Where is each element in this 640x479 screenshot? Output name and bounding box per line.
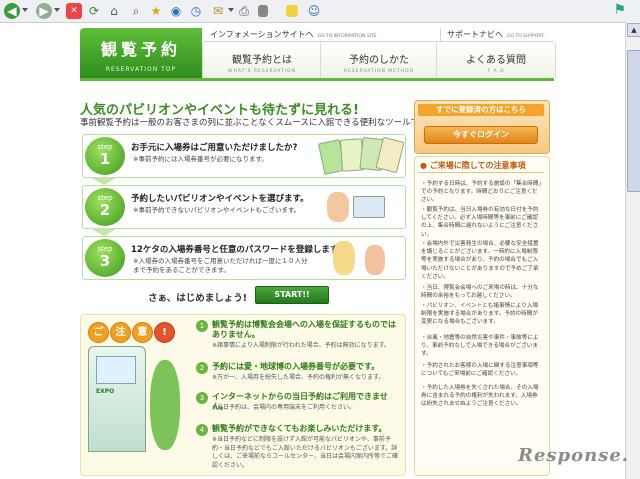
- step-3-note: ※入場券の入場券番号をご用意いただければ一度に１０人分まで予約をあることができま…: [133, 257, 308, 274]
- forward-icon[interactable]: ▶: [36, 3, 52, 19]
- attention-char: !: [154, 322, 175, 343]
- stop-icon[interactable]: ✕: [66, 3, 82, 19]
- visit-notes-divider: [418, 172, 544, 173]
- forward-dropdown-icon[interactable]: [54, 8, 60, 12]
- page-subheading: 事前観覧予約は一般のお客さまの列に並ぶことなくスムースに入館できる便利なツールで…: [80, 118, 436, 128]
- step-2-note: ※事前予約できないパビリオンやイベントもございます。: [133, 206, 301, 214]
- step-number: 3: [99, 252, 111, 270]
- information-site-en: GO TO INFORMATION SITE: [317, 34, 377, 39]
- item-note: ※諸事情により入場制限が行われた場合、予約は無効になります。: [212, 342, 391, 349]
- item-note: ※当日予約などに制限を設けず入館が可能なパビリオンや、事前予約・当日予約などでも…: [212, 436, 398, 469]
- visit-note: 台風・地震等の自然災害や事件・事故等により、事前予約なしで入場できる場合がござい…: [421, 334, 543, 359]
- support-navi-label: サポートナビへ: [447, 30, 503, 39]
- item-title: 観覧予約は博覧会会場への入場を保証するものではありません。: [212, 320, 396, 339]
- search-icon[interactable]: ⌕: [128, 3, 144, 19]
- step-3-badge: step 3: [85, 239, 125, 277]
- tab-label: よくある質問: [466, 55, 526, 66]
- browser-toolbar: ◀ ▶ ✕ ⟳ ⌂ ⌕ ★ ◉ ◷ ✉ ⎙ ☺ ⚑: [0, 0, 640, 23]
- mail-icon[interactable]: ✉: [210, 3, 226, 19]
- tab-label: 予約のしかた: [349, 55, 409, 66]
- tab-en: RESERVATION METHOD: [343, 69, 415, 74]
- item-number: 3: [196, 392, 208, 404]
- login-button[interactable]: 今すぐログイン: [424, 126, 538, 144]
- person-illustration: [327, 192, 349, 222]
- step-arrow-icon: [90, 228, 118, 236]
- logo-title: 観覧予約: [100, 40, 181, 59]
- scroll-up-arrow-icon[interactable]: ▲: [627, 23, 640, 37]
- visit-note: 会場内外で災害発生の場合、必要な安全措置を講じることがございます。一時的に入場制…: [421, 240, 543, 281]
- tab-label: 観覧予約とは: [232, 55, 292, 66]
- visit-note: パビリオン、イベントとも諸事情により入場制限を実施する場合があります。予約の時間…: [421, 302, 543, 327]
- step-1-title: お手元に入場券はご用意いただけましたか?: [131, 143, 298, 153]
- item-number: 1: [196, 320, 208, 332]
- step-3-title: 12ケタの入場券番号と任意のパスワードを登録します。: [131, 245, 346, 255]
- tab-whats-reservation[interactable]: 観覧予約とは WHAT'S RESERVATION: [202, 43, 321, 78]
- refresh-icon[interactable]: ⟳: [86, 3, 102, 19]
- computer-illustration: [353, 196, 385, 218]
- item-note: ※万が一、入場券を紛失した場合、予約の権利が無くなります。: [212, 374, 385, 381]
- back-icon[interactable]: ◀: [4, 3, 20, 19]
- history-icon[interactable]: ◷: [188, 3, 204, 19]
- discuss-icon[interactable]: [286, 5, 298, 17]
- print-icon[interactable]: ⎙: [236, 3, 252, 19]
- step-arrow-icon: [90, 177, 118, 185]
- attention-item-1: 1 観覧予約は博覧会会場への入場を保証するものではありません。 ※諸事情により入…: [196, 320, 404, 349]
- vertical-scrollbar[interactable]: ▲: [625, 22, 640, 479]
- favorites-icon[interactable]: ★: [148, 3, 164, 19]
- visit-note: 予約する日時は、予約する施設の「集合時間」での予約となります。時間どおりにご注意…: [421, 180, 543, 205]
- start-prompt: さぁ、はじめましょう!: [148, 293, 248, 304]
- item-title: 予約には愛・地球博の入場券番号が必要です。: [212, 362, 380, 371]
- step-number: 1: [99, 150, 111, 168]
- visit-note: 予約した入場券を失くされた場合、その入場券に含まれる予約の権利が失われます。入場…: [421, 384, 543, 409]
- step-1-panel: step 1 お手元に入場券はご用意いただけましたか? ※事前予約には入場券番号…: [82, 134, 406, 178]
- support-navi-link[interactable]: サポートナビへGO TO SUPPORT-NAVI SITE: [440, 28, 554, 55]
- tab-reservation-method[interactable]: 予約のしかた RESERVATION METHOD: [320, 43, 437, 78]
- tab-en: WHAT'S RESERVATION: [228, 69, 296, 74]
- information-site-link[interactable]: インフォメーションサイトへ GO TO INFORMATION SITE: [204, 28, 440, 42]
- person-illustration: [365, 245, 385, 275]
- start-button[interactable]: START!!: [255, 286, 329, 304]
- nav-divider: [80, 78, 554, 81]
- step-2-badge: step 2: [85, 188, 125, 226]
- registered-user-heading: すでに登録済の方はこちら: [418, 104, 544, 116]
- item-number: 2: [196, 362, 208, 374]
- step-2-panel: step 2 予約したいパビリオンやイベントを選びます。 ※事前予約できないパビ…: [82, 185, 406, 229]
- attention-char: 注: [110, 322, 131, 343]
- reservation-top-logo[interactable]: 観覧予約 RESERVATION TOP: [80, 28, 202, 78]
- response-watermark: Response.: [518, 445, 630, 466]
- attention-char: ご: [88, 322, 109, 343]
- person-illustration: [333, 241, 355, 275]
- mascot-illustration: [150, 360, 180, 450]
- visit-notes-heading: ● ご来場に際しての注意事項: [420, 161, 526, 170]
- edit-icon[interactable]: [258, 5, 268, 17]
- attention-char: 意: [132, 322, 153, 343]
- item-title: 観覧予約ができなくてもお楽しみいただけます。: [212, 424, 387, 433]
- step-number: 2: [99, 201, 111, 219]
- home-icon[interactable]: ⌂: [106, 3, 122, 19]
- scroll-thumb[interactable]: [627, 50, 640, 192]
- visit-note: 予約されたお客様の入場に関する注意事項等についてもご来場前にご確認ください。: [421, 362, 543, 378]
- tab-faq[interactable]: よくある質問 F A Q: [436, 43, 556, 78]
- step-1-note: ※事前予約には入場券番号が必要になります。: [133, 155, 268, 163]
- windows-logo-icon: ⚑: [613, 2, 626, 18]
- step-1-badge: step 1: [85, 137, 125, 175]
- visit-note: 観覧予約は、当日入場券の有効な日付を予約してください。必ず入場時間等を事前にご確…: [421, 206, 543, 239]
- visit-note: 当日、博覧会会場へのご来場の時は、十分な時間の余裕をもってお越しください。: [421, 284, 543, 300]
- tab-en: F A Q: [487, 69, 505, 74]
- media-icon[interactable]: ◉: [168, 3, 184, 19]
- mail-dropdown-icon[interactable]: [228, 8, 234, 12]
- information-site-label: インフォメーションサイトへ: [210, 30, 314, 39]
- logo-subtitle: RESERVATION TOP: [105, 66, 177, 73]
- expo-logo: EXPO: [96, 388, 115, 395]
- kiosk-screen: [96, 356, 136, 384]
- step-2-title: 予約したいパビリオンやイベントを選びます。: [131, 194, 309, 204]
- messenger-icon[interactable]: ☺: [306, 3, 322, 19]
- visit-notes-heading-text: ご来場に際しての注意事項: [429, 161, 526, 170]
- back-dropdown-icon[interactable]: [22, 8, 28, 12]
- item-number: 4: [196, 424, 208, 436]
- item-note: ※当日予約は、会場内の専用端末をご利用ください。: [212, 404, 356, 411]
- step-3-panel: step 3 12ケタの入場券番号と任意のパスワードを登録します。 ※入場券の入…: [82, 236, 406, 280]
